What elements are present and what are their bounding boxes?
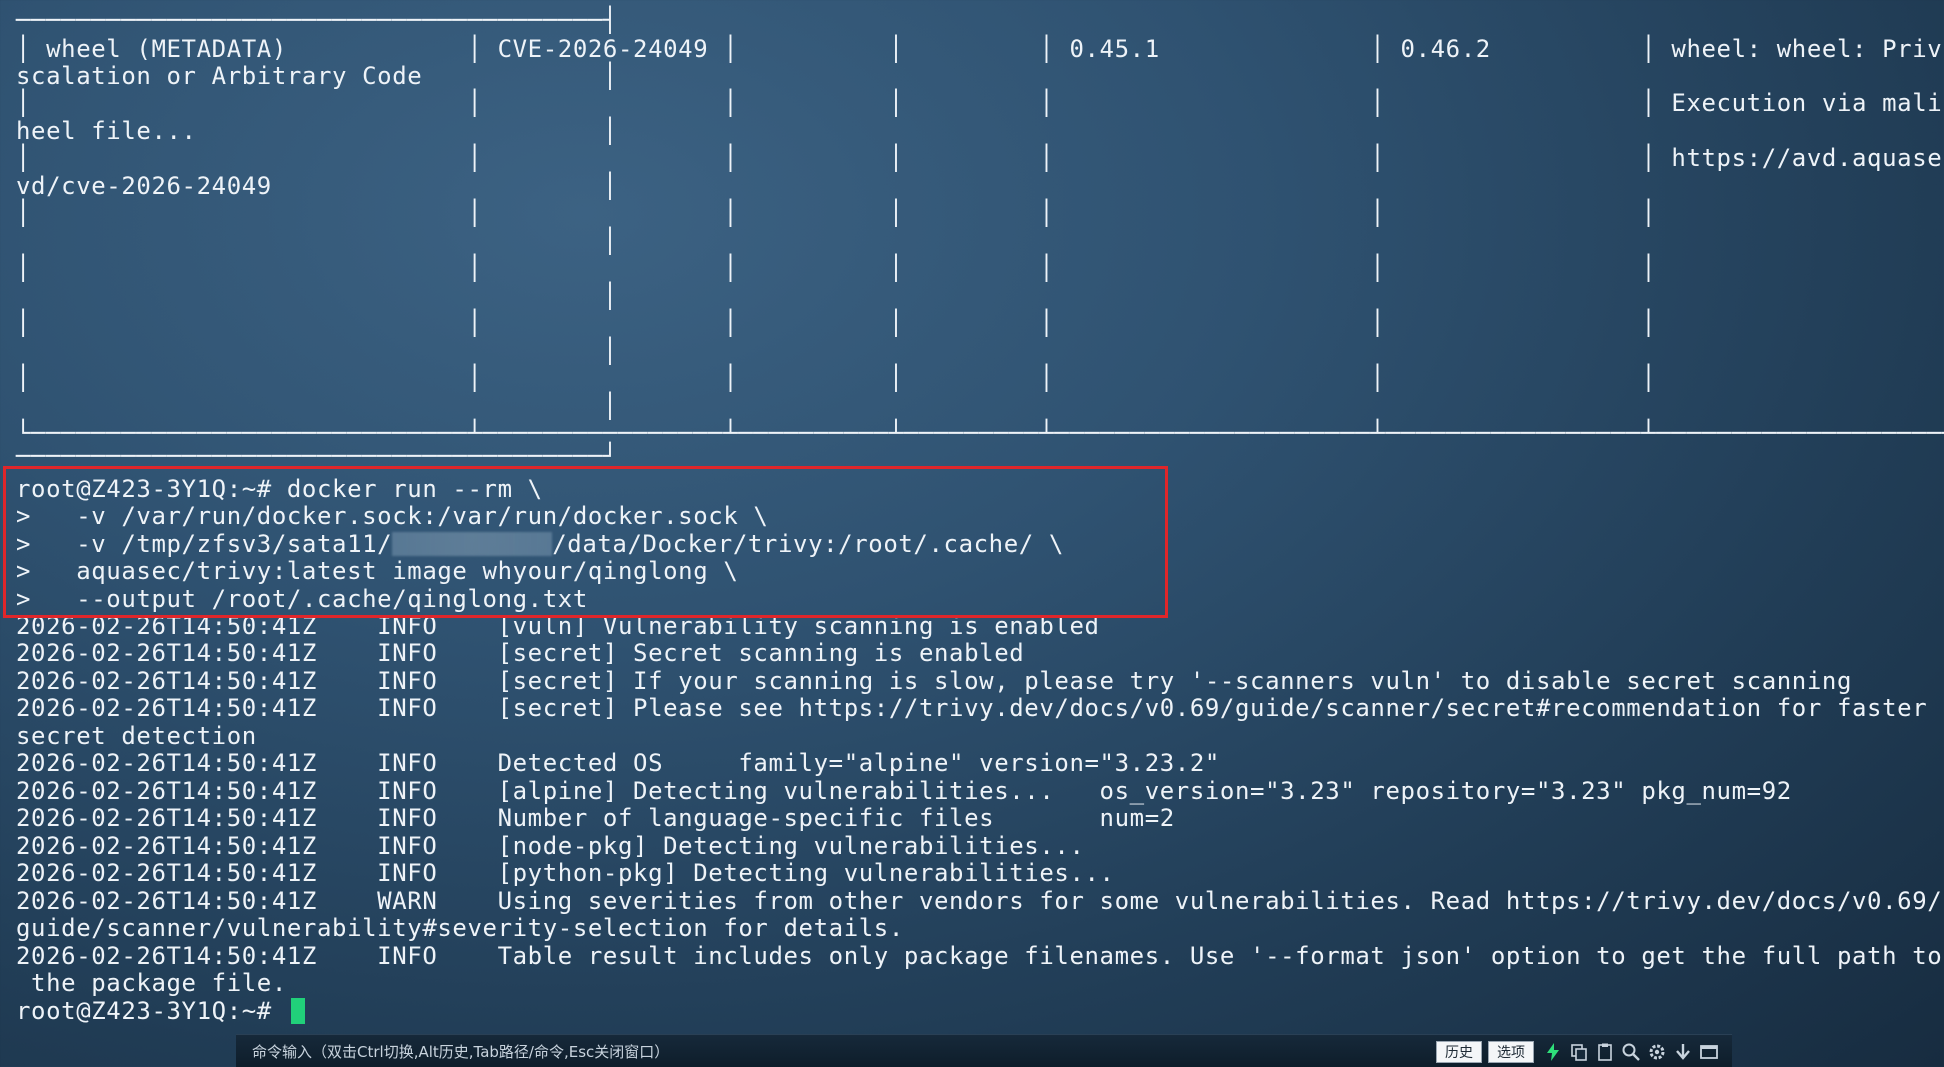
download-icon[interactable] — [1670, 1039, 1696, 1065]
window-icon[interactable] — [1696, 1039, 1722, 1065]
copy-icon[interactable] — [1566, 1039, 1592, 1065]
log-line: 2026-02-26T14:50:41Z INFO [python-pkg] D… — [16, 859, 1115, 887]
log-line: 2026-02-26T14:50:41Z INFO Detected OS fa… — [16, 749, 1220, 777]
log-line: 2026-02-26T14:50:41Z INFO [node-pkg] Det… — [16, 832, 1085, 860]
terminal-line: scalation or Arbitrary Code │ — [16, 62, 618, 90]
terminal-line: │ │ │ │ │ │ │ — [16, 199, 1657, 227]
command-input-bar[interactable]: 命令输入（双击Ctrl切换,Alt历史,Tab路径/命令,Esc关闭窗口） 历史… — [236, 1034, 1732, 1067]
terminal-line: │ — [16, 392, 618, 420]
terminal-output[interactable]: ───────────────────────────────────────┤… — [0, 0, 1944, 1030]
terminal-line: │ │ │ │ │ │ │ — [16, 309, 1657, 337]
highlight-box — [3, 466, 1168, 618]
search-icon[interactable] — [1618, 1039, 1644, 1065]
gear-icon[interactable] — [1644, 1039, 1670, 1065]
terminal-line: │ — [16, 337, 618, 365]
log-line: 2026-02-26T14:50:41Z INFO [alpine] Detec… — [16, 777, 1792, 805]
terminal-line: │ │ │ │ │ │ │ https://avd.aquasec.com/n — [16, 144, 1944, 172]
log-line: 2026-02-26T14:50:41Z WARN Using severiti… — [16, 887, 1943, 915]
text-cursor — [290, 998, 305, 1024]
log-line: guide/scanner/vulnerability#severity-sel… — [16, 914, 904, 942]
log-line: 2026-02-26T14:50:41Z INFO Table result i… — [16, 942, 1943, 970]
lightning-icon[interactable] — [1540, 1039, 1566, 1065]
options-button[interactable]: 选项 — [1488, 1040, 1534, 1063]
log-line: the package file. — [16, 969, 287, 997]
history-button[interactable]: 历史 — [1436, 1040, 1482, 1063]
log-line: secret detection — [16, 722, 257, 750]
log-line: 2026-02-26T14:50:41Z INFO Number of lang… — [16, 804, 1175, 832]
log-line: 2026-02-26T14:50:41Z INFO [secret] If yo… — [16, 667, 1853, 695]
terminal-line: │ │ │ │ │ │ │ — [16, 364, 1657, 392]
terminal-line: │ wheel (METADATA) │ CVE-2026-24049 │ │ … — [16, 35, 1944, 63]
terminal-line: │ │ │ │ │ │ │ — [16, 254, 1657, 282]
current-prompt-line[interactable]: root@Z423-3Y1Q:~# — [16, 997, 305, 1026]
log-line: 2026-02-26T14:50:41Z INFO [secret] Secre… — [16, 639, 1025, 667]
terminal-line: │ — [16, 282, 618, 310]
terminal-line: heel file... │ — [16, 117, 618, 145]
log-line: 2026-02-26T14:50:41Z INFO [secret] Pleas… — [16, 694, 1928, 722]
command-input-hint: 命令输入（双击Ctrl切换,Alt历史,Tab路径/命令,Esc关闭窗口） — [252, 1043, 670, 1061]
shell-prompt: root@Z423-3Y1Q:~# — [16, 997, 287, 1025]
paste-icon[interactable] — [1592, 1039, 1618, 1065]
terminal-line: │ — [16, 227, 618, 255]
terminal-line: │ │ │ │ │ │ │ Execution via malicious w — [16, 89, 1944, 117]
terminal-line: vd/cve-2026-24049 │ — [16, 172, 618, 200]
terminal-line: ───────────────────────────────────────┤ — [16, 6, 618, 34]
